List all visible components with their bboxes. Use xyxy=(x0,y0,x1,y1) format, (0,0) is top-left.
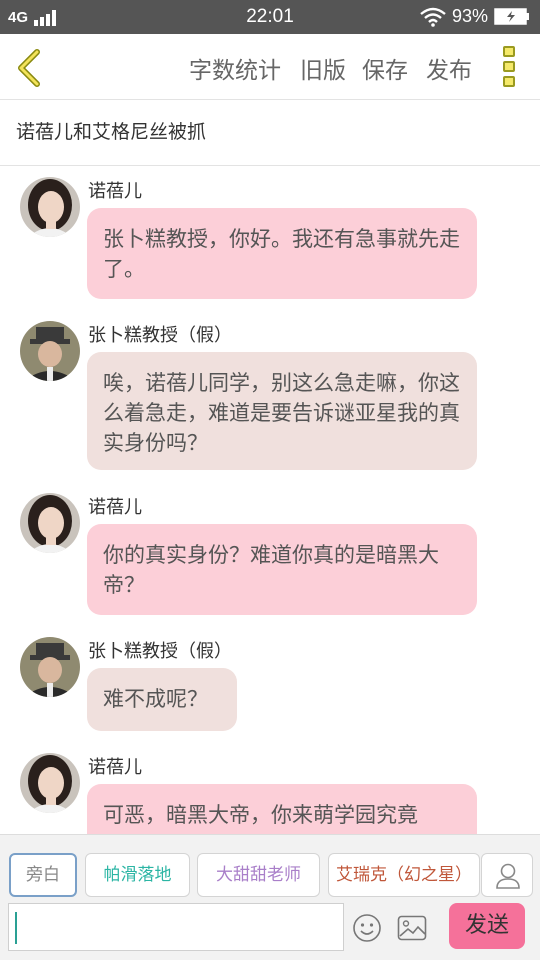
send-button[interactable]: 发送 xyxy=(449,903,525,949)
sender-name: 张卜糕教授（假） xyxy=(88,325,232,346)
wifi-icon xyxy=(420,7,446,27)
composer-panel: 旁白 帕滑落地 大甜甜老师 艾瑞克（幻之星） 发送 xyxy=(0,834,540,960)
sender-name: 诺蓓儿 xyxy=(88,497,142,518)
publish-button[interactable]: 发布 xyxy=(426,51,472,85)
message-bubble[interactable]: 张卜糕教授，你好。我还有急事就先走了。 xyxy=(87,208,477,299)
message-bubble[interactable]: 你的真实身份？难道你真的是暗黑大帝？ xyxy=(87,524,477,615)
avatar[interactable] xyxy=(20,637,80,697)
story-title-bar[interactable]: 诺蓓儿和艾格尼丝被抓 xyxy=(0,100,540,166)
smiley-icon[interactable] xyxy=(352,913,382,943)
battery-percent: 93% xyxy=(452,6,489,26)
more-vertical-icon[interactable] xyxy=(500,46,518,90)
image-icon[interactable] xyxy=(397,915,427,941)
message-bubble[interactable]: 难不成呢？ xyxy=(87,668,237,731)
role-chip[interactable]: 艾瑞克（幻之星） xyxy=(328,853,480,897)
avatar[interactable] xyxy=(20,321,80,381)
avatar[interactable] xyxy=(20,753,80,813)
battery-icon xyxy=(494,8,529,25)
role-chip[interactable]: 大甜甜老师 xyxy=(197,853,320,897)
message-input[interactable] xyxy=(8,903,344,951)
sender-name: 诺蓓儿 xyxy=(88,181,142,202)
text-cursor xyxy=(15,912,17,944)
status-bar: 4G 22:01 93% xyxy=(0,0,540,34)
chevron-left-icon[interactable] xyxy=(12,48,46,88)
person-icon xyxy=(496,863,520,889)
sender-name: 诺蓓儿 xyxy=(88,757,142,778)
role-chip-narration[interactable]: 旁白 xyxy=(9,853,77,897)
avatar[interactable] xyxy=(20,177,80,237)
role-chip[interactable]: 帕滑落地 xyxy=(85,853,190,897)
old-version-button[interactable]: 旧版 xyxy=(300,51,346,85)
save-button[interactable]: 保存 xyxy=(362,51,408,85)
editor-toolbar: 字数统计 旧版 保存 发布 xyxy=(0,34,540,100)
avatar[interactable] xyxy=(20,493,80,553)
add-role-button[interactable] xyxy=(481,853,533,897)
story-title: 诺蓓儿和艾格尼丝被抓 xyxy=(16,121,207,143)
chat-list[interactable]: 诺蓓儿 张卜糕教授，你好。我还有急事就先走了。 张卜糕教授（假） 唉，诺蓓儿同学… xyxy=(0,166,540,834)
message-bubble[interactable]: 可恶，暗黑大帝，你来萌学园究竟 xyxy=(87,784,477,834)
word-count-button[interactable]: 字数统计 xyxy=(189,51,281,85)
message-bubble[interactable]: 唉，诺蓓儿同学，别这么急走嘛，你这么着急走，难道是要告诉谜亚星我的真实身份吗？ xyxy=(87,352,477,470)
sender-name: 张卜糕教授（假） xyxy=(88,641,232,662)
